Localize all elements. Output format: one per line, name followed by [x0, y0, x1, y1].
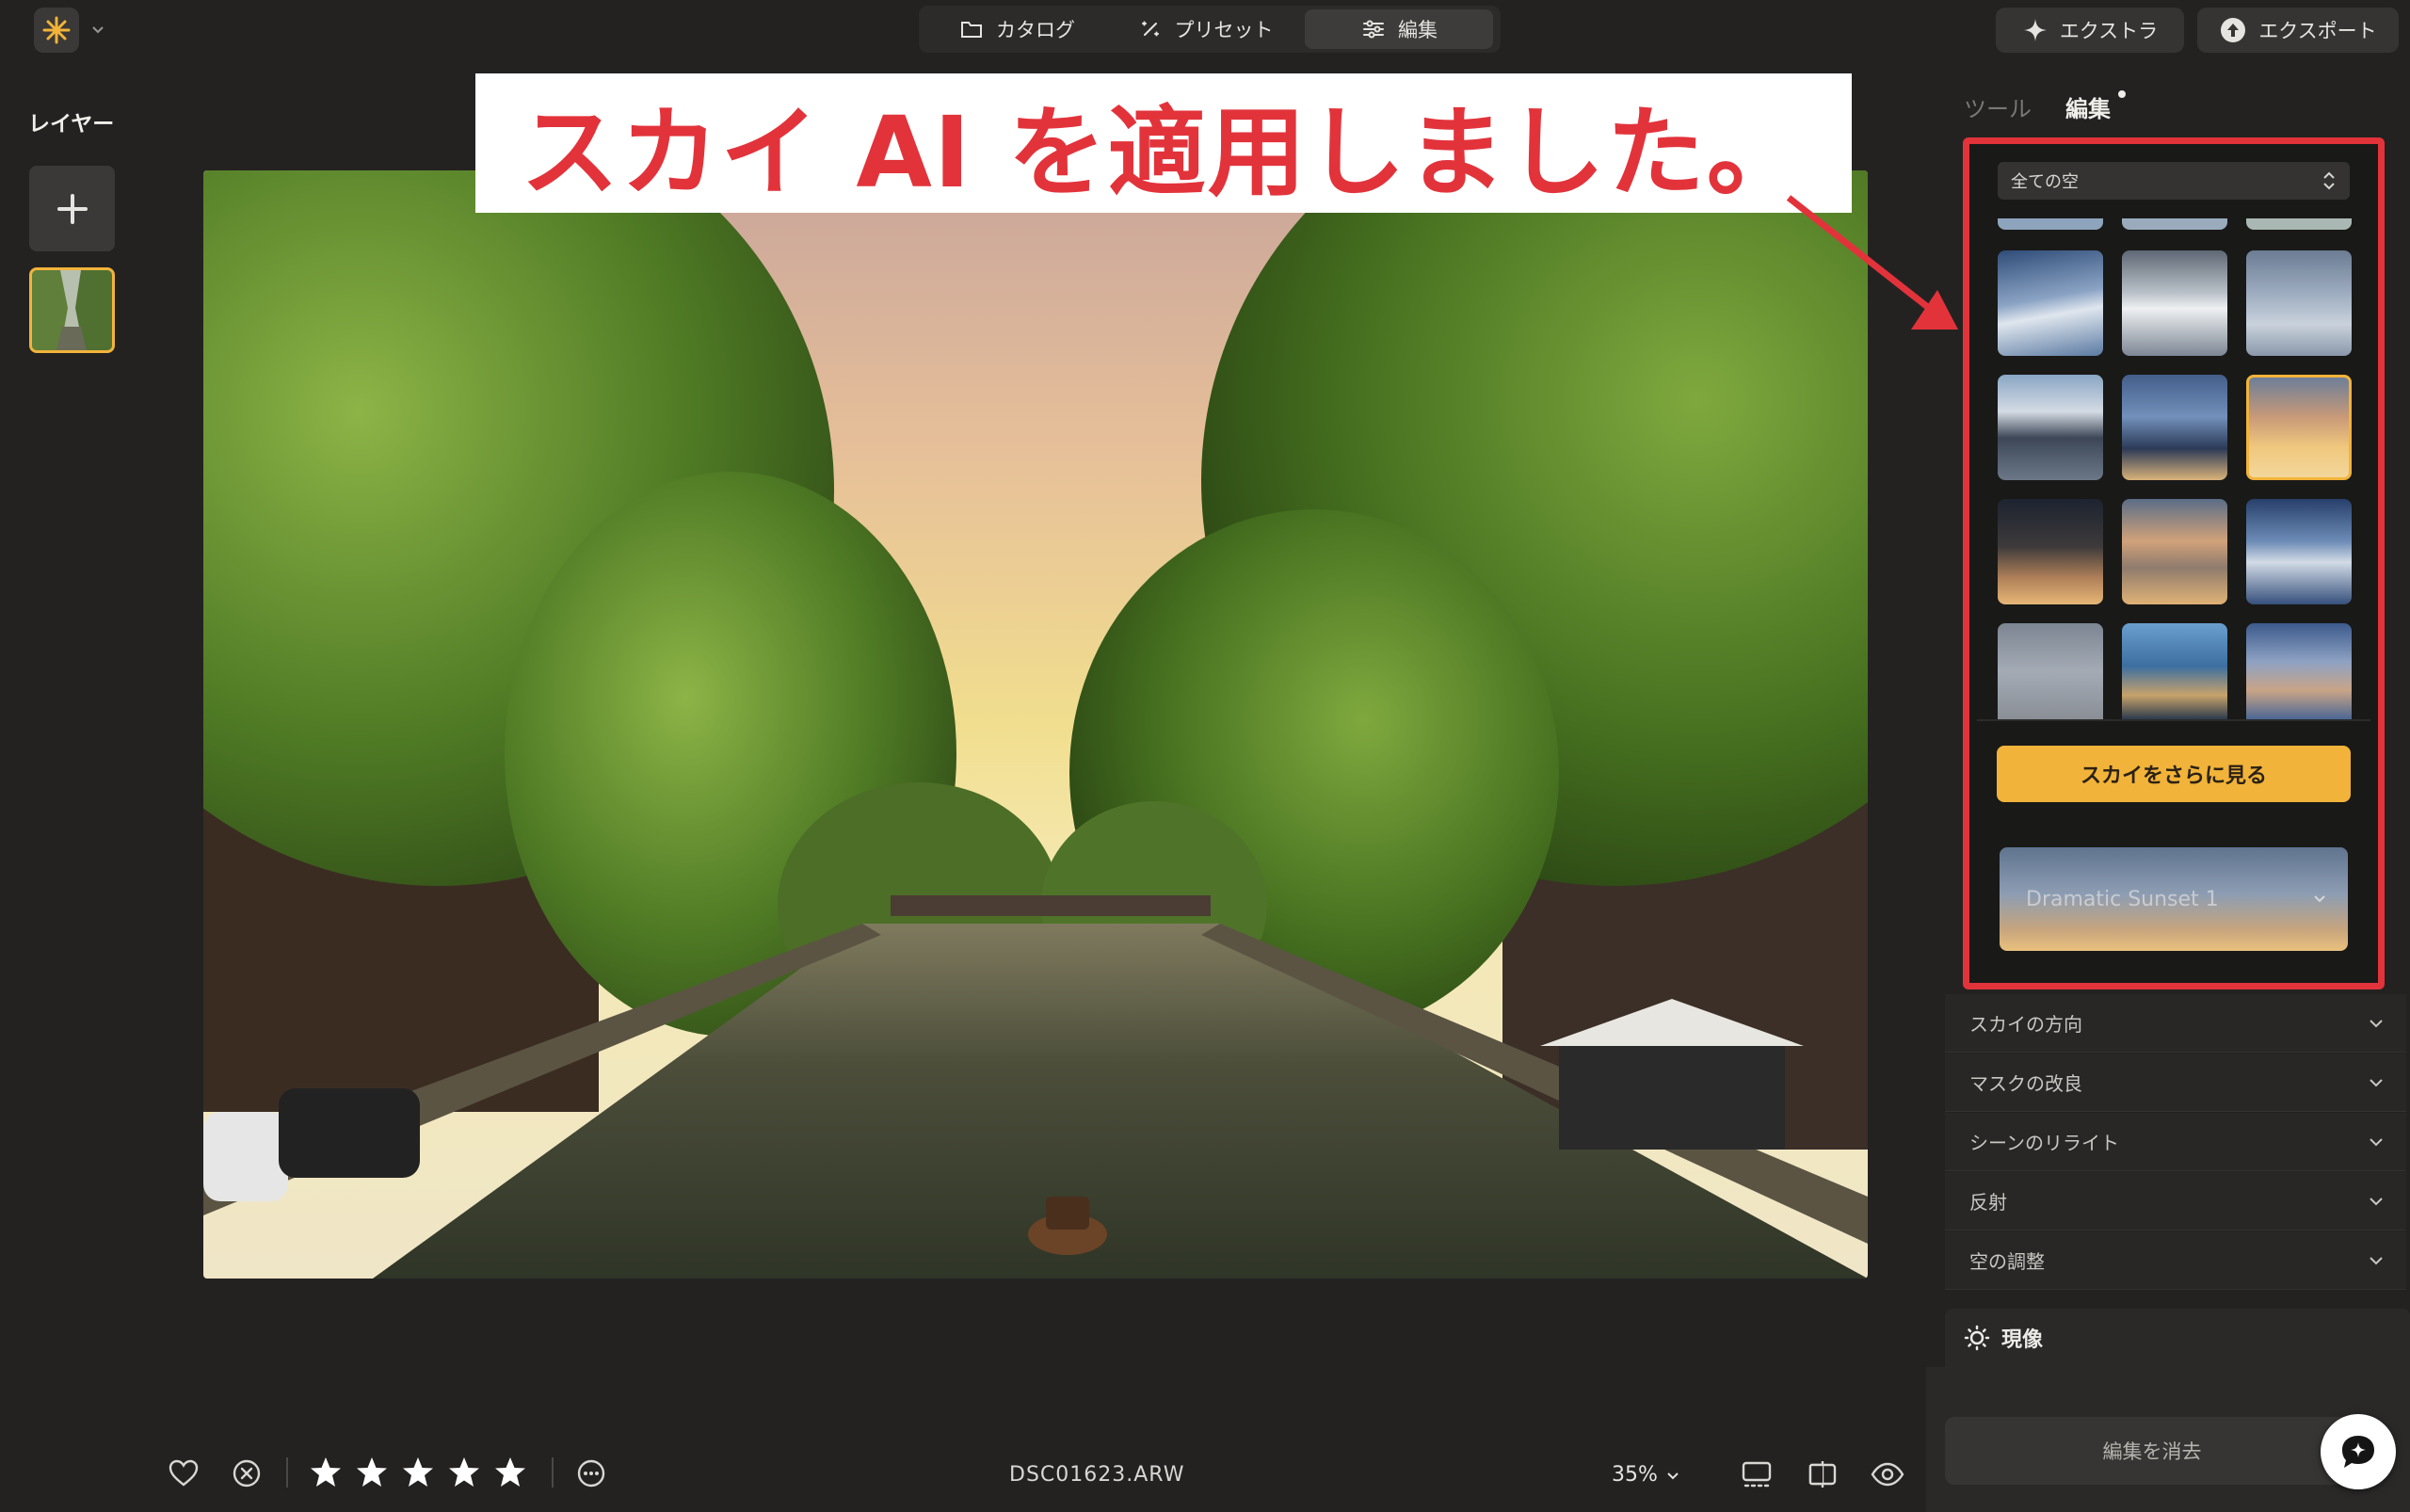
- heart-icon[interactable]: [168, 1457, 200, 1489]
- sky-thumbnail-partial: [2246, 218, 2352, 230]
- chevron-down-icon: [1667, 1472, 1679, 1479]
- sky-thumbnail-selected[interactable]: [2246, 375, 2352, 480]
- chevron-down-icon: [2370, 1197, 2383, 1205]
- mode-switch: カタログ プリセット 編集: [919, 6, 1501, 53]
- section-sky-orientation-label: スカイの方向: [1969, 1013, 2082, 1036]
- develop-label: 現像: [2001, 1328, 2044, 1352]
- sky-thumbnail[interactable]: [2122, 499, 2227, 604]
- star-icon[interactable]: [309, 1456, 343, 1489]
- clear-edits-button[interactable]: 編集を消去: [1945, 1417, 2359, 1485]
- section-sky-adjustment[interactable]: 空の調整: [1945, 1231, 2406, 1290]
- sun-icon: [1964, 1325, 1990, 1351]
- plus-icon: [56, 193, 88, 224]
- export-button[interactable]: エクスポート: [2197, 8, 2399, 53]
- sky-thumbnail[interactable]: [1998, 623, 2103, 719]
- tab-presets[interactable]: プリセット: [1111, 9, 1299, 49]
- layers-title: レイヤー: [28, 112, 115, 137]
- more-skies-button[interactable]: スカイをさらに見る: [1997, 746, 2351, 802]
- sparkle-icon: [2023, 19, 2047, 41]
- eye-icon[interactable]: [1870, 1457, 1905, 1491]
- sky-thumbnail[interactable]: [2246, 499, 2352, 604]
- export-label: エクスポート: [2258, 20, 2377, 42]
- sky-thumbnail[interactable]: [2246, 623, 2352, 719]
- section-mask-refinement[interactable]: マスクの改良: [1945, 1054, 2406, 1112]
- section-sky-adjustment-label: 空の調整: [1969, 1250, 2045, 1273]
- folder-icon: [961, 22, 982, 38]
- upload-circle-icon: [2221, 18, 2246, 42]
- chat-sparkle-icon: [2342, 1436, 2374, 1468]
- star-icon[interactable]: [355, 1456, 389, 1489]
- chevron-down-icon[interactable]: [88, 21, 107, 40]
- tab-catalog-label: カタログ: [996, 19, 1075, 41]
- popover-pointer-icon: [2152, 821, 2193, 842]
- sliders-icon: [1363, 20, 1384, 39]
- main-photo[interactable]: [203, 170, 1868, 1279]
- current-sky-dropdown[interactable]: Dramatic Sunset 1: [2000, 847, 2348, 951]
- extras-label: エクストラ: [2059, 20, 2159, 42]
- current-sky-label: Dramatic Sunset 1: [2026, 887, 2219, 911]
- tab-edit-label: 編集: [1398, 19, 1438, 41]
- tab-catalog[interactable]: カタログ: [923, 9, 1111, 49]
- tab-presets-label: プリセット: [1174, 19, 1274, 41]
- section-mask-refinement-label: マスクの改良: [1969, 1072, 2082, 1095]
- sky-thumbnail[interactable]: [2122, 623, 2227, 719]
- layer-thumbnail[interactable]: [29, 267, 115, 353]
- sky-thumbnail[interactable]: [1998, 499, 2103, 604]
- compare-icon[interactable]: [1806, 1457, 1840, 1491]
- sky-thumbnail-partial: [2122, 218, 2227, 230]
- section-reflection-label: 反射: [1969, 1191, 2007, 1214]
- sparkle-wand-icon: [1141, 21, 1159, 37]
- annotation-text: スカイ AI を適用しました。: [521, 94, 1807, 210]
- develop-section-header[interactable]: 現像: [1945, 1309, 2410, 1367]
- zoom-value: 35%: [1612, 1463, 1658, 1487]
- sky-thumbnail[interactable]: [2246, 250, 2352, 356]
- chevron-down-icon: [2314, 895, 2325, 903]
- annotation-banner: スカイ AI を適用しました。: [475, 73, 1852, 213]
- tab-edits[interactable]: 編集: [2065, 90, 2111, 123]
- extras-button[interactable]: エクストラ: [1996, 8, 2184, 53]
- chevron-down-icon: [2370, 1019, 2383, 1027]
- star-icon[interactable]: [447, 1456, 481, 1489]
- panel-tabs: ツール 編集: [1964, 90, 2111, 123]
- section-sky-orientation[interactable]: スカイの方向: [1945, 994, 2406, 1053]
- file-name: DSC01623.ARW: [1009, 1463, 1185, 1487]
- chevron-down-icon: [2370, 1137, 2383, 1146]
- section-scene-relight-label: シーンのリライト: [1969, 1132, 2119, 1154]
- select-updown-icon: [2323, 171, 2335, 190]
- more-options-icon[interactable]: [575, 1457, 607, 1489]
- sky-category-select[interactable]: 全ての空: [1998, 162, 2350, 200]
- add-layer-button[interactable]: [29, 166, 115, 251]
- filmstrip-icon[interactable]: [1740, 1457, 1774, 1491]
- app-logo-button[interactable]: [34, 8, 79, 53]
- tab-edit[interactable]: 編集: [1305, 9, 1493, 49]
- sky-thumbnail-partial: [1998, 218, 2103, 230]
- star-icon[interactable]: [401, 1456, 435, 1489]
- reject-icon[interactable]: [231, 1457, 263, 1489]
- layer-thumbnail-image: [32, 270, 112, 350]
- sky-thumbnail[interactable]: [1998, 375, 2103, 480]
- chevron-down-icon: [2370, 1256, 2383, 1264]
- canal-photo-image: [203, 170, 1868, 1279]
- tab-tools[interactable]: ツール: [1964, 90, 2032, 123]
- sun-logo-icon: [42, 16, 71, 44]
- chevron-down-icon: [2370, 1078, 2383, 1086]
- chat-button[interactable]: [2321, 1414, 2396, 1489]
- edits-indicator-dot: [2118, 90, 2126, 98]
- star-icon[interactable]: [493, 1456, 527, 1489]
- zoom-select[interactable]: 35%: [1612, 1463, 1680, 1487]
- sky-category-value: 全ての空: [2011, 172, 2079, 192]
- divider: [286, 1457, 288, 1488]
- divider: [552, 1457, 554, 1488]
- annotation-arrow-icon: [1786, 195, 1958, 330]
- sky-thumbnail[interactable]: [2122, 250, 2227, 356]
- sky-thumbnail[interactable]: [1998, 250, 2103, 356]
- sky-thumbnail[interactable]: [2122, 375, 2227, 480]
- grid-divider: [1977, 719, 2370, 721]
- section-scene-relight[interactable]: シーンのリライト: [1945, 1113, 2406, 1171]
- section-reflection[interactable]: 反射: [1945, 1172, 2406, 1231]
